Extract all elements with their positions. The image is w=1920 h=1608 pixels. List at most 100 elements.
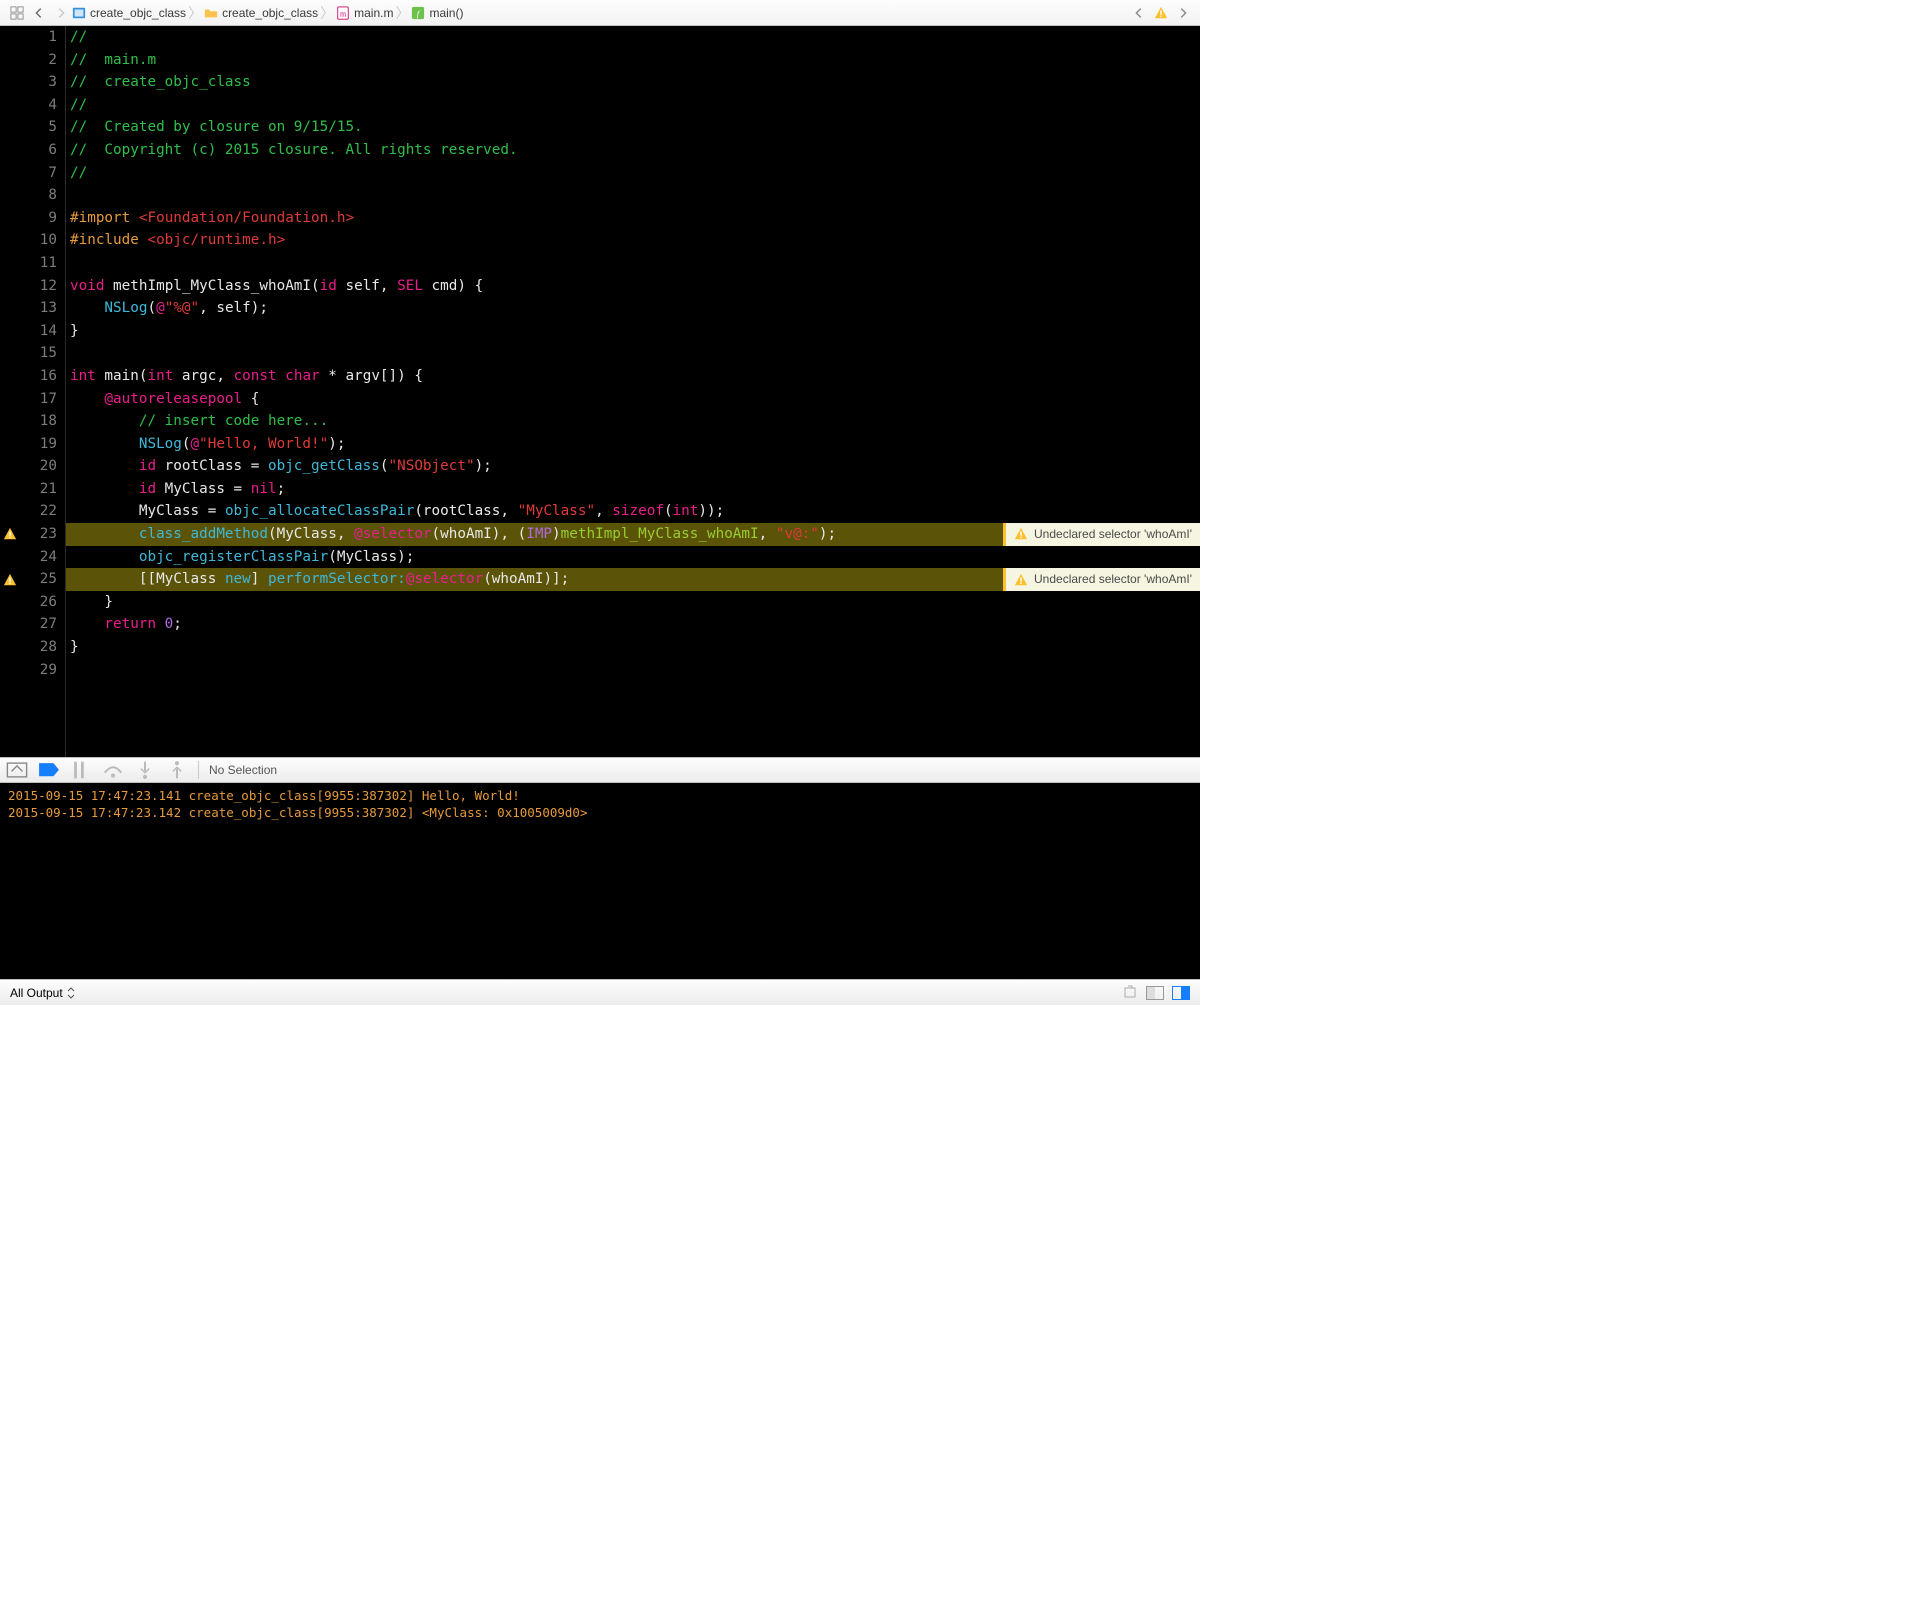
breakpoints-toggle-icon[interactable] — [38, 762, 60, 778]
code-line: [[MyClass — [70, 571, 225, 587]
code-line: objc_registerClassPair — [70, 549, 328, 565]
code-line: @autoreleasepool — [70, 391, 242, 407]
warning-icon — [1014, 527, 1028, 541]
nav-back-icon[interactable] — [28, 4, 50, 22]
code-line: methImpl_MyClass_whoAmI — [561, 526, 759, 542]
issues-prev-icon[interactable] — [1128, 4, 1150, 22]
code-line: ; — [173, 616, 182, 632]
crumb-file-label: main.m — [354, 6, 393, 20]
code-column[interactable]: // // main.m // create_objc_class // // … — [66, 26, 1200, 757]
code-line: void — [70, 278, 104, 294]
m-file-icon: m — [336, 6, 350, 20]
warning-text: Undeclared selector 'whoAmI' — [1034, 568, 1192, 591]
code-line: , — [759, 526, 776, 542]
crumb-file[interactable]: m main.m — [336, 6, 393, 20]
thread-selector[interactable]: No Selection — [209, 763, 277, 777]
code-line: self, — [337, 278, 397, 294]
crumb-project[interactable]: create_objc_class — [72, 6, 186, 20]
code-line: @selector — [354, 526, 431, 542]
code-line: ( — [311, 278, 320, 294]
continue-icon[interactable] — [70, 762, 92, 778]
code-line: ( — [380, 458, 389, 474]
code-line: 0 — [156, 616, 173, 632]
crumb-symbol-label: main() — [429, 6, 463, 20]
code-line: ] — [251, 571, 268, 587]
crumb-symbol[interactable]: f main() — [411, 6, 463, 20]
code-line: ; — [277, 481, 286, 497]
related-items-icon[interactable] — [6, 4, 28, 22]
warning-icon[interactable] — [3, 573, 17, 587]
divider — [198, 761, 199, 779]
code-line: SEL — [397, 278, 423, 294]
jump-bar: create_objc_class 〉 create_objc_class 〉 … — [0, 0, 1200, 26]
code-line: // — [70, 97, 87, 113]
crumb-folder[interactable]: create_objc_class — [204, 6, 318, 20]
code-line: , self); — [199, 300, 268, 316]
code-line: // — [70, 29, 87, 45]
nav-forward-icon[interactable] — [50, 4, 72, 22]
code-line: "v@:" — [776, 526, 819, 542]
hide-debug-icon[interactable] — [6, 762, 28, 778]
warning-icon[interactable] — [3, 527, 17, 541]
code-line: (MyClass); — [328, 549, 414, 565]
console-pane-toggle[interactable] — [1172, 986, 1190, 1000]
code-line: ( — [664, 503, 673, 519]
line-number-gutter: 1234567891011121314151617181920212223242… — [20, 26, 66, 757]
step-out-icon[interactable] — [166, 762, 188, 778]
code-line: ) — [552, 526, 561, 542]
code-line: NSLog — [70, 436, 182, 452]
debug-bar: No Selection — [0, 757, 1200, 783]
warning-flag[interactable]: Undeclared selector 'whoAmI' — [1003, 523, 1200, 546]
variables-pane-toggle[interactable] — [1146, 986, 1164, 1000]
code-line: int — [70, 368, 96, 384]
folder-icon — [204, 6, 218, 20]
code-line: int — [147, 368, 173, 384]
code-line: ); — [475, 458, 492, 474]
console-line: 2015-09-15 17:47:23.142 create_objc_clas… — [8, 805, 587, 820]
code-line: <Foundation/Foundation.h> — [139, 210, 354, 226]
code-line: } — [70, 323, 79, 339]
code-line: @selector — [406, 571, 483, 587]
code-line: #import — [70, 210, 139, 226]
code-line: const — [234, 368, 277, 384]
code-line: argv[]) { — [337, 368, 423, 384]
code-line: nil — [251, 481, 277, 497]
output-filter[interactable]: All Output — [10, 986, 75, 1000]
code-line: class_addMethod — [70, 526, 268, 542]
code-line: int — [673, 503, 699, 519]
console-line: 2015-09-15 17:47:23.141 create_objc_clas… — [8, 788, 520, 803]
code-line: (whoAmI), ( — [432, 526, 527, 542]
console-bottom-bar: All Output — [0, 979, 1200, 1005]
code-editor[interactable]: 1234567891011121314151617181920212223242… — [0, 26, 1200, 757]
code-line: main( — [96, 368, 148, 384]
function-icon: f — [411, 6, 425, 20]
output-filter-label: All Output — [10, 986, 63, 1000]
step-over-icon[interactable] — [102, 762, 124, 778]
code-line: // insert code here... — [70, 413, 328, 429]
issues-next-icon[interactable] — [1172, 4, 1194, 22]
code-line: (rootClass, — [414, 503, 517, 519]
crumb-folder-label: create_objc_class — [222, 6, 318, 20]
code-line: )); — [698, 503, 724, 519]
code-line: id — [320, 278, 337, 294]
code-line: MyClass = — [156, 481, 251, 497]
clear-console-icon[interactable] — [1122, 983, 1138, 1002]
warning-flag[interactable]: Undeclared selector 'whoAmI' — [1003, 568, 1200, 591]
code-line: #include — [70, 232, 147, 248]
code-line: , — [595, 503, 612, 519]
code-line: ( — [147, 300, 156, 316]
code-line: NSLog — [70, 300, 147, 316]
code-line: IMP — [526, 526, 552, 542]
warning-icon[interactable] — [1154, 6, 1168, 20]
code-line: performSelector: — [268, 571, 406, 587]
code-line: (whoAmI)]; — [483, 571, 569, 587]
code-line: * — [320, 368, 337, 384]
code-line: "NSObject" — [389, 458, 475, 474]
crumb-chevron-icon: 〉 — [395, 3, 409, 23]
code-line: "MyClass" — [518, 503, 595, 519]
code-line: cmd) { — [423, 278, 483, 294]
issue-gutter — [0, 26, 20, 757]
debug-console[interactable]: 2015-09-15 17:47:23.141 create_objc_clas… — [0, 783, 1200, 979]
code-line: ); — [328, 436, 345, 452]
step-into-icon[interactable] — [134, 762, 156, 778]
